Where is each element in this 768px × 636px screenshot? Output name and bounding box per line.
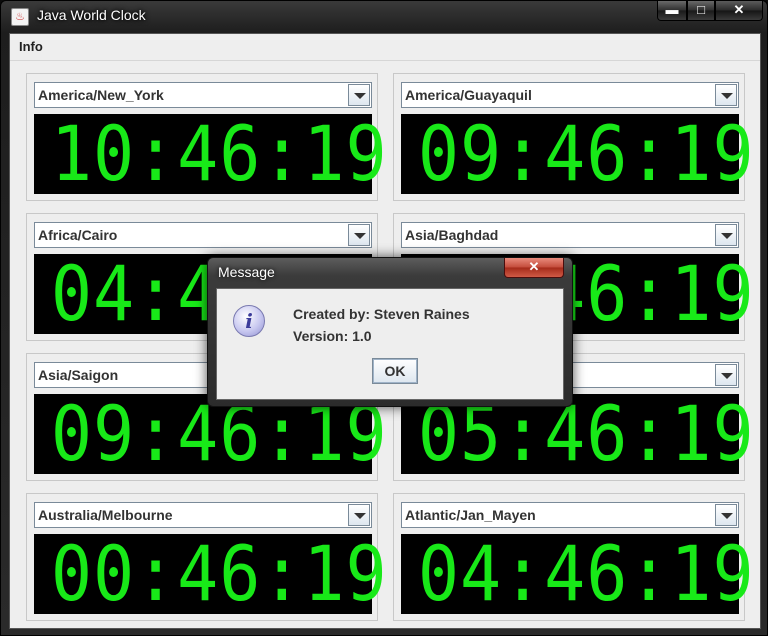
java-icon[interactable]: ♨: [11, 8, 29, 26]
timezone-select[interactable]: Africa/Cairo: [34, 222, 372, 248]
timezone-value: Africa/Cairo: [38, 227, 118, 243]
title-bar[interactable]: ♨ Java World Clock ▬ □ ✕: [1, 1, 768, 33]
chevron-down-icon[interactable]: [715, 364, 737, 386]
clock-time: 10:46:19: [50, 109, 388, 198]
maximize-button[interactable]: □: [687, 1, 715, 21]
digital-clock: 10:46:19: [34, 109, 388, 198]
digital-clock: 09:46:19: [401, 109, 755, 198]
timezone-value: Asia/Baghdad: [405, 227, 499, 243]
close-button[interactable]: ✕: [715, 1, 763, 21]
message-dialog: Message ✕ i Created by: Steven Raines Ve…: [207, 257, 573, 407]
clock-time: 00:46:19: [50, 529, 388, 618]
ok-button[interactable]: OK: [372, 358, 418, 384]
menu-bar: Info: [10, 34, 760, 61]
timezone-select[interactable]: America/New_York: [34, 82, 372, 108]
timezone-value: America/Guayaquil: [405, 87, 532, 103]
timezone-select[interactable]: Asia/Baghdad: [401, 222, 739, 248]
info-icon: i: [233, 305, 265, 337]
digital-clock: 04:46:19: [401, 529, 755, 618]
timezone-value: Australia/Melbourne: [38, 507, 173, 523]
clock-panel-2: America/Guayaquil 09:46:19: [393, 73, 755, 201]
timezone-value: Asia/Saigon: [38, 367, 119, 383]
timezone-select[interactable]: Australia/Melbourne: [34, 502, 372, 528]
clock-panel-7: Australia/Melbourne 00:46:19: [26, 493, 388, 621]
timezone-select[interactable]: Atlantic/Jan_Mayen: [401, 502, 739, 528]
window-title: Java World Clock: [37, 7, 146, 23]
message-version: Version: 1.0: [293, 328, 372, 344]
chevron-down-icon[interactable]: [715, 504, 737, 526]
menu-info[interactable]: Info: [19, 39, 43, 54]
chevron-down-icon[interactable]: [348, 224, 370, 246]
digital-clock: 00:46:19: [34, 529, 388, 618]
chevron-down-icon[interactable]: [348, 504, 370, 526]
timezone-value: America/New_York: [38, 87, 164, 103]
clock-panel-1: America/New_York 10:46:19: [26, 73, 388, 201]
timezone-select[interactable]: America/Guayaquil: [401, 82, 739, 108]
clock-panel-8: Atlantic/Jan_Mayen 04:46:19: [393, 493, 755, 621]
chevron-down-icon[interactable]: [715, 84, 737, 106]
caption-buttons: ▬ □ ✕: [657, 1, 763, 23]
dialog-body: i Created by: Steven Raines Version: 1.0…: [216, 288, 564, 400]
message-author: Created by: Steven Raines: [293, 306, 470, 322]
dialog-close-button[interactable]: ✕: [504, 258, 564, 278]
minimize-button[interactable]: ▬: [657, 1, 687, 21]
clock-time: 09:46:19: [417, 109, 755, 198]
dialog-title: Message: [218, 264, 275, 280]
timezone-value: Atlantic/Jan_Mayen: [405, 507, 536, 523]
clock-time: 04:46:19: [417, 529, 755, 618]
chevron-down-icon[interactable]: [348, 84, 370, 106]
chevron-down-icon[interactable]: [715, 224, 737, 246]
